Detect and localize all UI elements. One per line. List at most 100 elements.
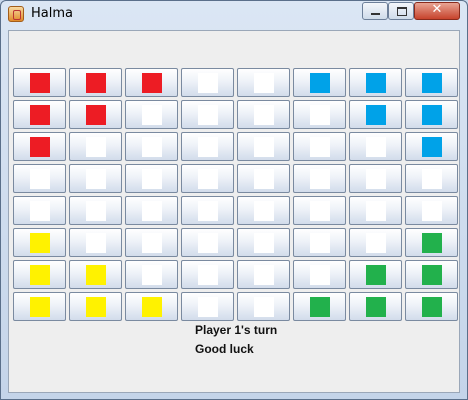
- board-cell-r7-c0[interactable]: [13, 292, 66, 321]
- board-cell-r4-c5[interactable]: [293, 196, 346, 225]
- green-piece: [422, 297, 442, 317]
- blue-piece: [422, 73, 442, 93]
- close-button[interactable]: ✕: [414, 2, 460, 20]
- board-cell-r2-c5[interactable]: [293, 132, 346, 161]
- board-cell-r5-c7[interactable]: [405, 228, 458, 257]
- board-cell-r4-c4[interactable]: [237, 196, 290, 225]
- board-cell-r3-c7[interactable]: [405, 164, 458, 193]
- board-cell-r0-c1[interactable]: [69, 68, 122, 97]
- empty-square: [198, 137, 218, 157]
- green-piece: [310, 297, 330, 317]
- board-cell-r5-c1[interactable]: [69, 228, 122, 257]
- board-cell-r1-c4[interactable]: [237, 100, 290, 129]
- java-app-icon: [8, 6, 24, 22]
- empty-square: [142, 169, 162, 189]
- board-cell-r4-c0[interactable]: [13, 196, 66, 225]
- halma-window: Halma ✕ Player 1's turn Good luck: [0, 0, 468, 400]
- board-cell-r1-c0[interactable]: [13, 100, 66, 129]
- board-cell-r2-c7[interactable]: [405, 132, 458, 161]
- board-cell-r0-c4[interactable]: [237, 68, 290, 97]
- board-cell-r4-c7[interactable]: [405, 196, 458, 225]
- board-cell-r5-c3[interactable]: [181, 228, 234, 257]
- board-cell-r5-c6[interactable]: [349, 228, 402, 257]
- board-cell-r6-c3[interactable]: [181, 260, 234, 289]
- empty-square: [142, 265, 162, 285]
- board-cell-r3-c6[interactable]: [349, 164, 402, 193]
- yellow-piece: [86, 265, 106, 285]
- board-cell-r3-c5[interactable]: [293, 164, 346, 193]
- board-cell-r1-c6[interactable]: [349, 100, 402, 129]
- board-cell-r2-c2[interactable]: [125, 132, 178, 161]
- turn-label: Player 1's turn: [195, 323, 278, 337]
- board-cell-r6-c2[interactable]: [125, 260, 178, 289]
- board-cell-r3-c2[interactable]: [125, 164, 178, 193]
- board-cell-r1-c1[interactable]: [69, 100, 122, 129]
- board-cell-r7-c1[interactable]: [69, 292, 122, 321]
- message-label: Good luck: [195, 342, 254, 356]
- empty-square: [198, 297, 218, 317]
- board-cell-r6-c1[interactable]: [69, 260, 122, 289]
- board-cell-r1-c3[interactable]: [181, 100, 234, 129]
- board-cell-r2-c1[interactable]: [69, 132, 122, 161]
- board-cell-r4-c6[interactable]: [349, 196, 402, 225]
- board-cell-r1-c2[interactable]: [125, 100, 178, 129]
- green-piece: [366, 297, 386, 317]
- board-cell-r4-c3[interactable]: [181, 196, 234, 225]
- board-cell-r3-c4[interactable]: [237, 164, 290, 193]
- empty-square: [254, 265, 274, 285]
- board-cell-r2-c6[interactable]: [349, 132, 402, 161]
- empty-square: [142, 233, 162, 253]
- yellow-piece: [30, 233, 50, 253]
- empty-square: [142, 105, 162, 125]
- board-cell-r0-c3[interactable]: [181, 68, 234, 97]
- empty-square: [310, 233, 330, 253]
- board-cell-r0-c2[interactable]: [125, 68, 178, 97]
- board-cell-r7-c7[interactable]: [405, 292, 458, 321]
- board-cell-r7-c5[interactable]: [293, 292, 346, 321]
- board-cell-r1-c7[interactable]: [405, 100, 458, 129]
- board-cell-r3-c0[interactable]: [13, 164, 66, 193]
- board-cell-r3-c1[interactable]: [69, 164, 122, 193]
- empty-square: [198, 73, 218, 93]
- empty-square: [310, 169, 330, 189]
- board-cell-r6-c7[interactable]: [405, 260, 458, 289]
- title-bar[interactable]: Halma ✕: [1, 1, 467, 27]
- board-cell-r2-c3[interactable]: [181, 132, 234, 161]
- green-piece: [366, 265, 386, 285]
- yellow-piece: [30, 265, 50, 285]
- board-cell-r7-c3[interactable]: [181, 292, 234, 321]
- board-cell-r5-c4[interactable]: [237, 228, 290, 257]
- board-cell-r0-c7[interactable]: [405, 68, 458, 97]
- board-cell-r1-c5[interactable]: [293, 100, 346, 129]
- empty-square: [198, 233, 218, 253]
- maximize-button[interactable]: [388, 2, 414, 20]
- green-piece: [422, 233, 442, 253]
- board-cell-r3-c3[interactable]: [181, 164, 234, 193]
- empty-square: [86, 137, 106, 157]
- board-cell-r7-c4[interactable]: [237, 292, 290, 321]
- board-cell-r7-c6[interactable]: [349, 292, 402, 321]
- board-cell-r6-c4[interactable]: [237, 260, 290, 289]
- board-cell-r6-c6[interactable]: [349, 260, 402, 289]
- board-cell-r0-c6[interactable]: [349, 68, 402, 97]
- close-icon: ✕: [431, 2, 443, 17]
- board-cell-r2-c4[interactable]: [237, 132, 290, 161]
- board-cell-r5-c0[interactable]: [13, 228, 66, 257]
- yellow-piece: [86, 297, 106, 317]
- board-cell-r5-c2[interactable]: [125, 228, 178, 257]
- board-cell-r6-c0[interactable]: [13, 260, 66, 289]
- board-cell-r2-c0[interactable]: [13, 132, 66, 161]
- red-piece: [30, 73, 50, 93]
- empty-square: [254, 73, 274, 93]
- red-piece: [142, 73, 162, 93]
- blue-piece: [310, 73, 330, 93]
- board-cell-r4-c1[interactable]: [69, 196, 122, 225]
- board-cell-r6-c5[interactable]: [293, 260, 346, 289]
- board-cell-r0-c0[interactable]: [13, 68, 66, 97]
- board-cell-r5-c5[interactable]: [293, 228, 346, 257]
- minimize-button[interactable]: [362, 2, 388, 20]
- board-cell-r4-c2[interactable]: [125, 196, 178, 225]
- board-cell-r7-c2[interactable]: [125, 292, 178, 321]
- board-cell-r0-c5[interactable]: [293, 68, 346, 97]
- green-piece: [422, 265, 442, 285]
